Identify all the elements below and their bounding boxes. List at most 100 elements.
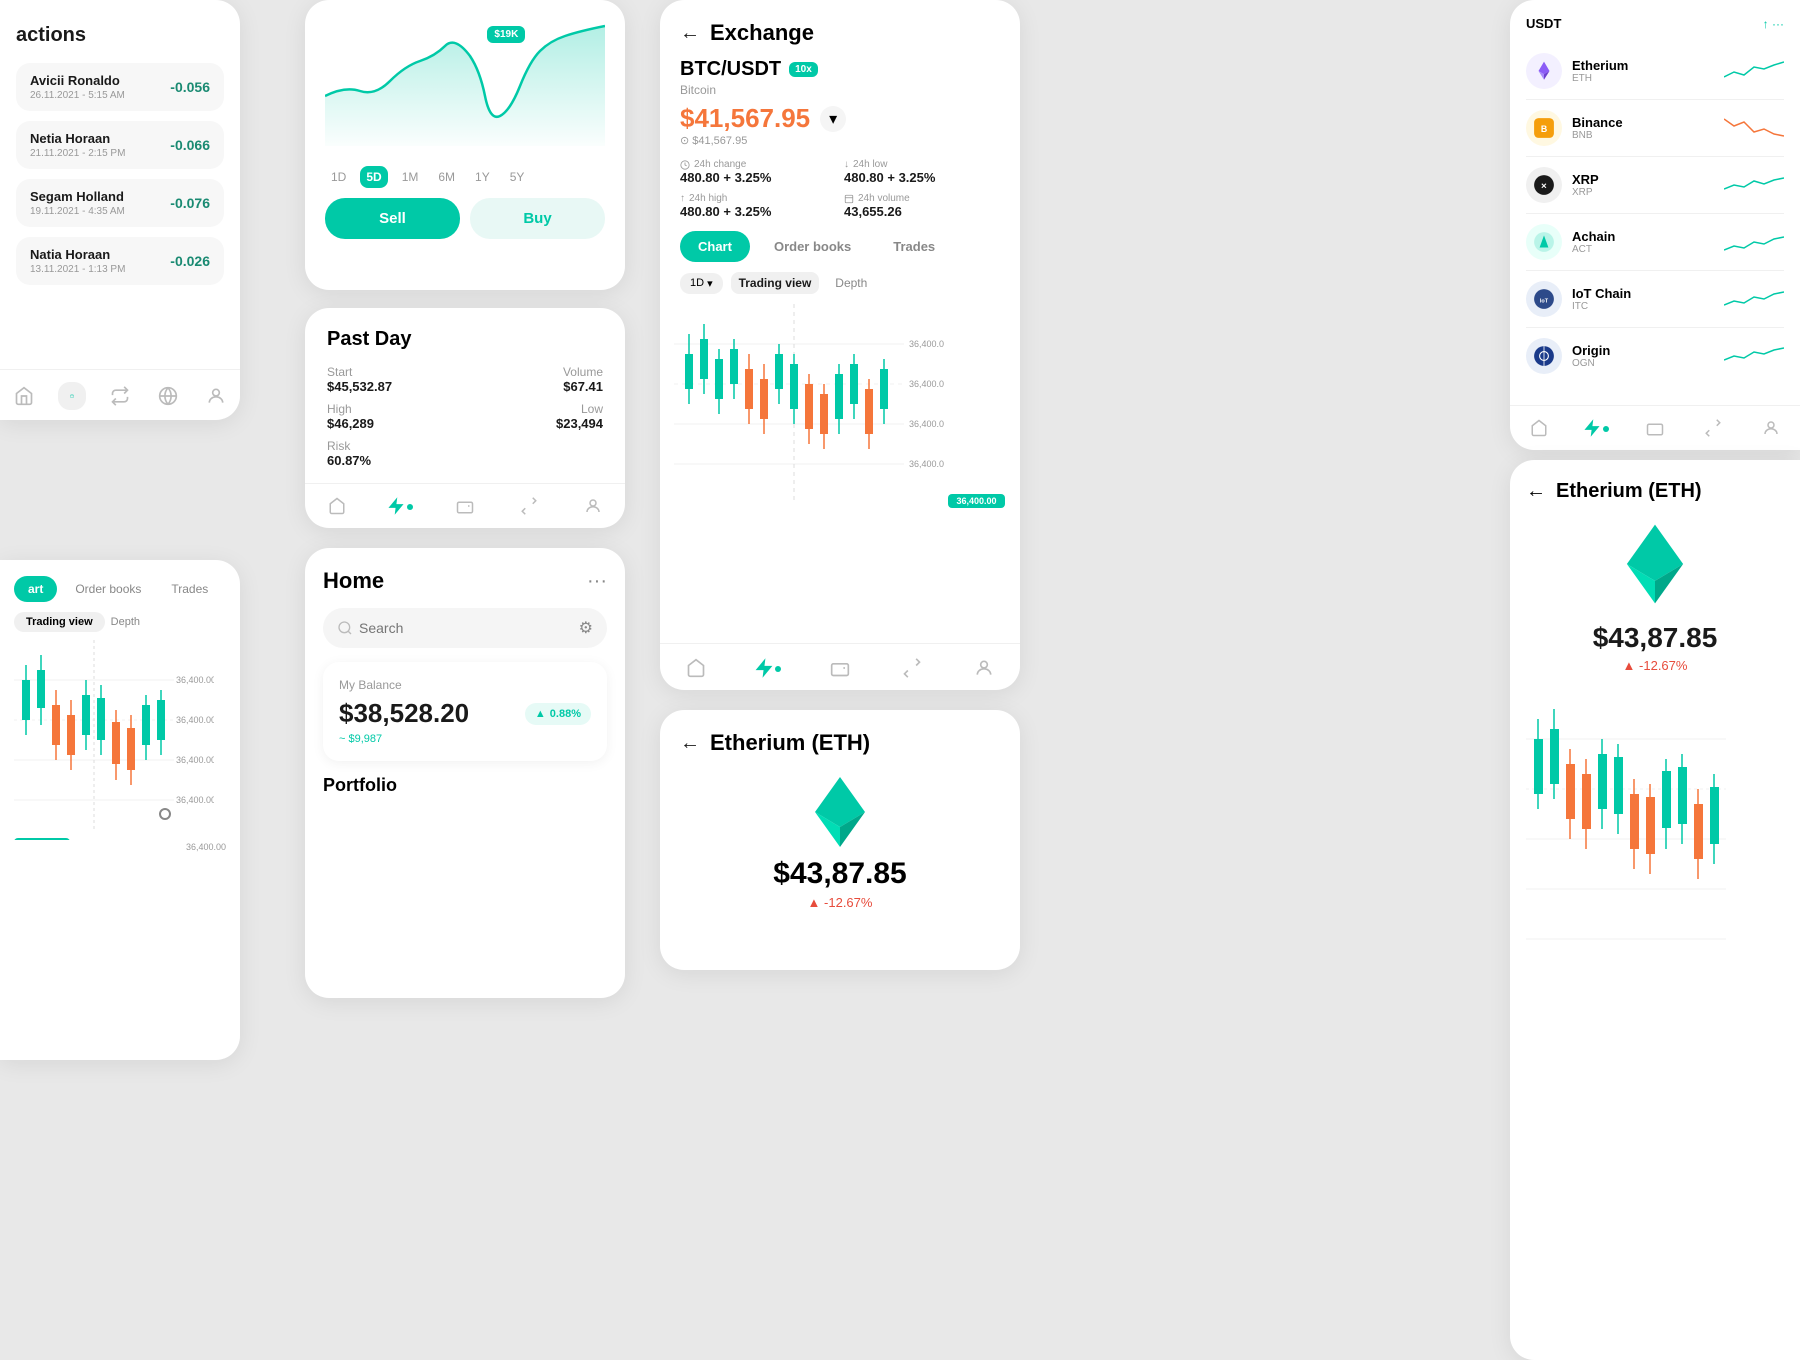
xrp-sparkline xyxy=(1724,171,1784,199)
cl-transfer-icon[interactable] xyxy=(1699,414,1727,442)
ex-lightning-icon[interactable] xyxy=(754,654,782,682)
cl-home-icon[interactable] xyxy=(1525,414,1553,442)
tf-6m[interactable]: 6M xyxy=(432,166,461,188)
home-header: Home ··· xyxy=(323,568,607,594)
cl-profile-icon[interactable] xyxy=(1757,414,1785,442)
eth-diamond-icon xyxy=(800,772,880,852)
tf-5y[interactable]: 5Y xyxy=(504,166,531,188)
stat-low: ↓ 24h low 480.80 + 3.25% xyxy=(844,159,1000,185)
svg-text:36,400.00: 36,400.00 xyxy=(909,459,944,469)
search-input[interactable] xyxy=(359,620,579,636)
cl-lightning-icon[interactable] xyxy=(1583,414,1611,442)
tab-chart[interactable]: Chart xyxy=(680,231,750,262)
svg-text:36,400.00: 36,400.00 xyxy=(909,339,944,349)
exchange-back-arrow[interactable]: ← xyxy=(680,22,700,45)
wallet-nav-icon[interactable] xyxy=(58,382,86,410)
ex-profile-icon[interactable] xyxy=(970,654,998,682)
ex-transfer-icon[interactable] xyxy=(898,654,926,682)
eth-right-back-arrow[interactable]: ← xyxy=(1526,480,1546,503)
transaction-item-2[interactable]: Netia Horaan 21.11.2021 - 2:15 PM -0.066 xyxy=(16,121,224,169)
exchange-nav-icon[interactable] xyxy=(154,382,182,410)
crypto-item-bnb[interactable]: B Binance BNB xyxy=(1526,100,1784,157)
ex-left-candlestick-svg: 36,400.00 36,400.00 36,400.00 36,400.00 xyxy=(14,640,214,830)
exchange-title: Exchange xyxy=(710,20,814,46)
cl-wallet-icon[interactable] xyxy=(1641,414,1669,442)
ogn-sparkline xyxy=(1724,342,1784,370)
ex-wallet-icon[interactable] xyxy=(826,654,854,682)
tab-orderbooks[interactable]: Order books xyxy=(756,231,869,262)
tx-val-4: -0.026 xyxy=(170,253,210,269)
tab-trades[interactable]: Trades xyxy=(875,231,953,262)
pair-price: $41,567.95 xyxy=(680,103,810,134)
crypto-item-act[interactable]: Achain ACT xyxy=(1526,214,1784,271)
eth-sym: ETH xyxy=(1572,73,1714,84)
balance-card: My Balance $38,528.20 ▲ 0.88% ~ $9,987 xyxy=(323,662,607,761)
transaction-item-4[interactable]: Natia Horaan 13.11.2021 - 1:13 PM -0.026 xyxy=(16,237,224,285)
leverage-badge: 10x xyxy=(789,62,818,77)
exchange-tabs: Chart Order books Trades xyxy=(660,231,1020,262)
balance-badge-val: 0.88% xyxy=(550,708,581,720)
transfer-nav-icon[interactable] xyxy=(106,382,134,410)
act-sym: ACT xyxy=(1572,244,1714,255)
transactions-title: actions xyxy=(16,24,224,47)
ex-left-trading-view-tab[interactable]: Trading view xyxy=(14,612,105,632)
transaction-item-3[interactable]: Segam Holland 19.11.2021 - 4:35 AM -0.07… xyxy=(16,179,224,227)
trade-buttons: Sell Buy xyxy=(325,198,605,239)
tf-1d[interactable]: 1D xyxy=(325,166,352,188)
pd-wallet-icon[interactable] xyxy=(451,492,479,520)
home-nav-icon[interactable] xyxy=(10,382,38,410)
ex-left-trades-tab[interactable]: Trades xyxy=(159,576,220,602)
portfolio-title: Portfolio xyxy=(323,775,607,796)
eth-right-price: $43,87.85 xyxy=(1526,622,1784,654)
filter-icon[interactable]: ⚙ xyxy=(579,618,593,638)
svg-text:36,400.00: 36,400.00 xyxy=(176,795,214,805)
pair-name: BTC/USDT xyxy=(680,58,781,81)
buy-button[interactable]: Buy xyxy=(470,198,605,239)
pd-home-icon[interactable] xyxy=(323,492,351,520)
crypto-item-xrp[interactable]: ✕ XRP XRP xyxy=(1526,157,1784,214)
eth-right-diamond-icon xyxy=(1610,519,1700,609)
ogn-logo-icon xyxy=(1533,345,1555,367)
eth-center-panel: ← Etherium (ETH) $43,87.85 ▲ -12.67% xyxy=(660,710,1020,970)
search-bar[interactable]: ⚙ xyxy=(323,608,607,648)
eth-center-change: ▲ -12.67% xyxy=(680,895,1000,910)
transactions-bottom-nav xyxy=(0,369,240,420)
tx-name-3: Segam Holland xyxy=(30,189,125,204)
crypto-item-eth[interactable]: Etherium ETH xyxy=(1526,43,1784,100)
candlestick-svg: 36,400.00 36,400.00 36,400.00 36,400.00 xyxy=(674,304,944,504)
view-tab-trading[interactable]: Trading view xyxy=(731,272,820,294)
period-button[interactable]: 1D ▾ xyxy=(680,273,723,294)
ex-left-orderbooks-tab[interactable]: Order books xyxy=(63,576,153,602)
tf-1m[interactable]: 1M xyxy=(396,166,425,188)
pd-profile-icon[interactable] xyxy=(579,492,607,520)
balance-label: My Balance xyxy=(339,678,591,692)
eth-back-arrow[interactable]: ← xyxy=(680,732,700,755)
high-label: High xyxy=(327,402,374,416)
itc-sym: ITC xyxy=(1572,301,1714,312)
pair-coin-name: Bitcoin xyxy=(680,83,1000,97)
price-dropdown-btn[interactable]: ▾ xyxy=(820,106,846,132)
pd-transfer-icon[interactable] xyxy=(515,492,543,520)
eth-info: Etherium ETH xyxy=(1572,58,1714,84)
exchange-panel: ← Exchange BTC/USDT 10x Bitcoin $41,567.… xyxy=(660,0,1020,690)
view-tab-depth[interactable]: Depth xyxy=(827,272,875,294)
sell-button[interactable]: Sell xyxy=(325,198,460,239)
eth-logo-icon xyxy=(1533,60,1555,82)
act-sparkline xyxy=(1724,228,1784,256)
ex-left-chart-tab[interactable]: art xyxy=(14,576,57,602)
ex-left-price-bar: 38,400.00 xyxy=(14,838,70,840)
pd-lightning-icon[interactable] xyxy=(387,492,415,520)
chart-top-panel: $19K 1D 5D 1M 6M 1Y 5Y Sell Buy xyxy=(305,0,625,290)
start-label: Start xyxy=(327,365,392,379)
transaction-item-1[interactable]: Avicii Ronaldo 26.11.2021 - 5:15 AM -0.0… xyxy=(16,63,224,111)
ex-left-depth-tab[interactable]: Depth xyxy=(111,616,140,628)
svg-text:36,400.00: 36,400.00 xyxy=(176,755,214,765)
crypto-item-ogn[interactable]: Origin OGN xyxy=(1526,328,1784,384)
tf-5d[interactable]: 5D xyxy=(360,166,387,188)
ex-home-icon[interactable] xyxy=(682,654,710,682)
profile-nav-icon[interactable] xyxy=(202,382,230,410)
crypto-item-itc[interactable]: IoT IoT Chain ITC xyxy=(1526,271,1784,328)
home-menu-button[interactable]: ··· xyxy=(587,570,607,593)
tf-1y[interactable]: 1Y xyxy=(469,166,496,188)
crosshair-marker xyxy=(159,808,171,820)
